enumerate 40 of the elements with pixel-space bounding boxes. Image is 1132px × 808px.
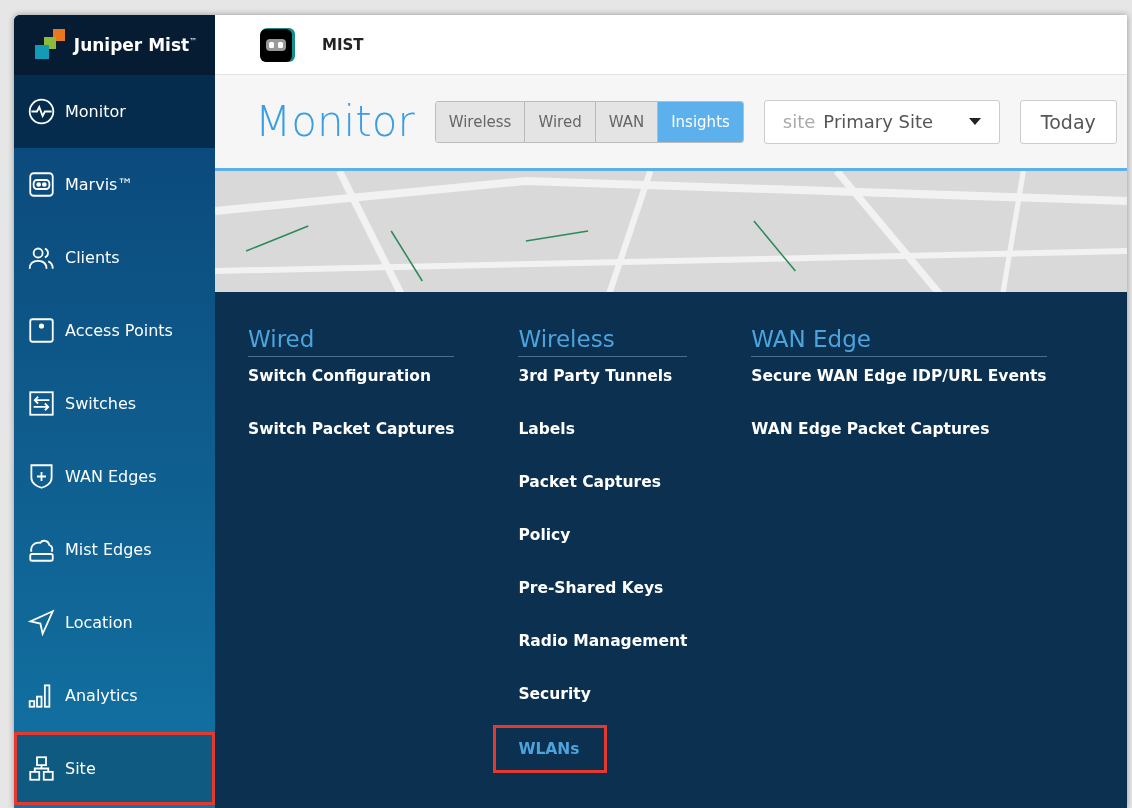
switch-icon: [28, 390, 55, 417]
shield-plus-icon: [28, 463, 55, 490]
access-point-icon: [28, 317, 55, 344]
menu-item[interactable]: Packet Captures: [518, 473, 688, 526]
sidebar-item[interactable]: Site: [14, 732, 215, 805]
caret-icon: [968, 117, 981, 126]
menu-item[interactable]: WAN Edge Packet Captures: [751, 420, 1047, 473]
menu-item[interactable]: Radio Management: [518, 632, 688, 685]
sidebar-item[interactable]: Clients: [14, 221, 215, 294]
menu-item[interactable]: Switch Packet Captures: [248, 420, 455, 473]
sidebar-item[interactable]: Switches: [14, 367, 215, 440]
menu-item[interactable]: Switch Configuration: [248, 367, 455, 420]
tab[interactable]: Wireless: [435, 101, 526, 142]
sidebar-item[interactable]: Analytics: [14, 659, 215, 732]
robot-icon[interactable]: [260, 26, 296, 63]
page-title: Monitor: [255, 97, 415, 146]
sidebar-item[interactable]: Marvis™: [14, 148, 215, 221]
tab[interactable]: Wired: [525, 101, 596, 142]
menu-heading: Wired: [248, 326, 455, 357]
menu-heading: Wireless: [518, 326, 688, 357]
menu-item[interactable]: Labels: [518, 420, 688, 473]
navigation-arrow-icon: [28, 609, 55, 636]
sidebar-item[interactable]: WAN Edges: [14, 440, 215, 513]
tab[interactable]: WAN: [595, 101, 659, 142]
hierarchy-icon: [28, 755, 55, 782]
sidebar-item[interactable]: Mist Edges: [14, 513, 215, 586]
robot-icon: [28, 171, 55, 198]
sidebar-item[interactable]: Monitor: [14, 75, 215, 148]
sidebar-item[interactable]: Location: [14, 586, 215, 659]
date-button[interactable]: Today: [1019, 99, 1117, 144]
site-dropdown[interactable]: site Primary Site: [763, 99, 1000, 144]
org-name: MIST: [322, 35, 364, 54]
menu-item[interactable]: 3rd Party Tunnels: [518, 367, 688, 420]
brand-name: Juniper Mist$^{™}$: [73, 35, 198, 55]
menu-heading: WAN Edge: [751, 326, 1047, 357]
menu-item[interactable]: Secure WAN Edge IDP/URL Events: [751, 367, 1047, 420]
pulse-icon: [28, 98, 55, 125]
menu-item[interactable]: Pre-Shared Keys: [518, 579, 688, 632]
menu-item[interactable]: Policy: [518, 526, 688, 579]
sidebar-item[interactable]: Access Points: [14, 294, 215, 367]
